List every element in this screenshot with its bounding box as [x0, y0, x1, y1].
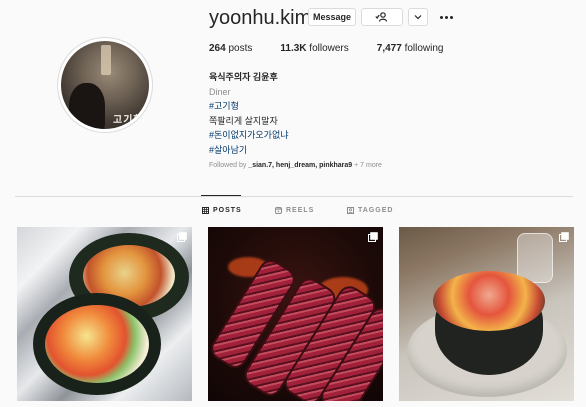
reels-icon — [275, 207, 282, 214]
profile-tabs: POSTS REELS TAGGED — [0, 207, 586, 219]
tagged-icon — [347, 207, 354, 214]
following-label: following — [404, 43, 444, 54]
post-thumbnail[interactable] — [17, 227, 192, 401]
posts-count: 264 — [209, 43, 226, 54]
divider — [15, 196, 573, 197]
tab-reels-label: REELS — [286, 207, 315, 214]
following-stat[interactable]: 7,477 following — [377, 43, 444, 54]
post-thumbnail[interactable] — [399, 227, 574, 401]
followers-stat[interactable]: 11.3K followers — [280, 43, 348, 54]
kimbap-filling — [45, 305, 149, 383]
glass-shape — [517, 233, 553, 283]
following-count: 7,477 — [376, 43, 402, 54]
sushi-topping — [433, 271, 545, 331]
person-check-icon — [375, 12, 388, 22]
tab-posts-label: POSTS — [213, 207, 242, 214]
kimbap-piece — [33, 293, 161, 395]
tab-tagged[interactable]: TAGGED — [347, 207, 393, 214]
bio-text: 쪽팔리게 살지말자 — [209, 115, 278, 126]
bio: 육식주의자 김윤후 Diner #고기형 쪽팔리게 살지말자 #돈이없지가오가없… — [209, 70, 382, 174]
avatar[interactable]: 고기형 — [57, 37, 153, 133]
active-tab-indicator — [201, 195, 241, 196]
username: yoonhu.kim — [209, 7, 312, 29]
followers-label: followers — [309, 43, 349, 54]
more-dot — [449, 15, 453, 19]
display-name: 육식주의자 김윤후 — [209, 72, 278, 82]
grid-icon — [202, 207, 209, 214]
tab-reels[interactable]: REELS — [275, 207, 314, 214]
followed-by[interactable]: Followed by _sian.7, henj_dream, pinkhar… — [209, 159, 382, 174]
more-horizontal-icon — [439, 15, 443, 19]
carousel-icon — [559, 232, 569, 242]
followers-count: 11.3K — [280, 43, 307, 54]
carousel-icon — [177, 232, 187, 242]
posts-stat: 264 posts — [209, 43, 252, 54]
more-dot — [444, 15, 448, 19]
avatar-sign-text: 고기형 — [113, 115, 144, 126]
hashtag-link[interactable]: #고기형 — [209, 99, 382, 114]
hashtag-link[interactable]: #살아남기 — [209, 143, 382, 158]
tab-tagged-label: TAGGED — [358, 207, 394, 214]
person-silhouette — [69, 83, 105, 129]
lamp-shape — [101, 45, 111, 75]
profile-stats: 264 posts 11.3K followers 7,477 followin… — [209, 43, 472, 54]
followed-prefix: Followed by — [209, 162, 249, 169]
following-button[interactable] — [361, 8, 403, 26]
message-button[interactable]: Message — [308, 8, 356, 26]
chevron-down-icon — [414, 15, 422, 20]
followed-suffix: + 7 more — [352, 162, 382, 169]
carousel-icon — [368, 232, 378, 242]
followed-names: _sian.7, henj_dream, pinkhara9 — [248, 162, 353, 169]
hashtag-link[interactable]: #돈이없지가오가없냐 — [209, 128, 382, 143]
posts-label: posts — [228, 43, 253, 54]
tab-posts[interactable]: POSTS — [202, 207, 242, 214]
more-options-button[interactable] — [437, 8, 455, 26]
profile-picture: 고기형 — [61, 41, 149, 129]
category-label: Diner — [209, 86, 231, 97]
post-thumbnail[interactable] — [208, 227, 383, 401]
suggested-dropdown-button[interactable] — [408, 8, 428, 26]
